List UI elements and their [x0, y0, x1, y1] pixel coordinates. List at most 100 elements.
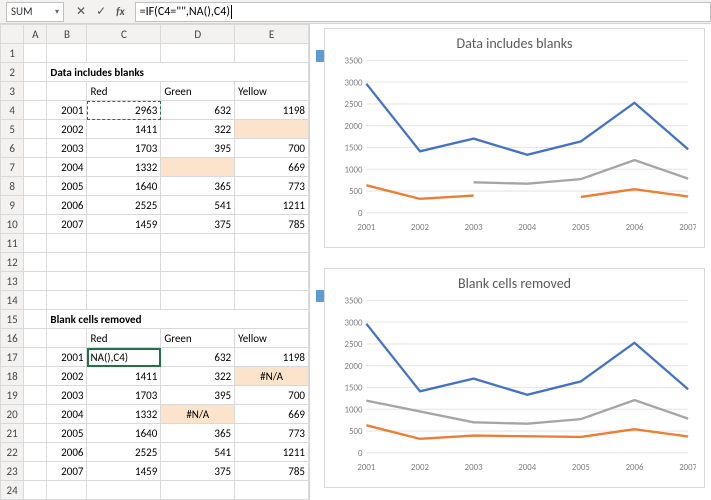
row-header[interactable]: 7 [1, 158, 24, 177]
cell[interactable]: 541 [161, 443, 235, 462]
col-header-A[interactable]: A [24, 25, 47, 44]
chart-2[interactable]: Blank cells removed 05001000150020002500… [324, 268, 705, 488]
select-all-corner[interactable] [1, 25, 24, 44]
cell[interactable]: 1198 [235, 101, 309, 120]
cell[interactable] [24, 234, 47, 253]
cell[interactable]: 2003 [47, 139, 87, 158]
cell[interactable] [24, 63, 47, 82]
cell[interactable]: 365 [161, 424, 235, 443]
cell[interactable] [24, 367, 47, 386]
cell[interactable]: 2001 [47, 348, 87, 367]
cell[interactable]: 375 [161, 215, 235, 234]
cell[interactable] [24, 310, 47, 329]
cell[interactable] [47, 481, 87, 500]
cell[interactable]: 1198 [235, 348, 309, 367]
cell[interactable] [87, 481, 161, 500]
row-header[interactable]: 16 [1, 329, 24, 348]
cell[interactable]: 322 [161, 120, 235, 139]
cell-C4[interactable]: 2963 [87, 101, 161, 120]
cell[interactable]: 2005 [47, 177, 87, 196]
cell[interactable]: 1703 [87, 386, 161, 405]
cell[interactable]: 2002 [47, 367, 87, 386]
cell[interactable] [161, 44, 235, 63]
row-header[interactable]: 10 [1, 215, 24, 234]
col-header-E[interactable]: E [235, 25, 309, 44]
cell[interactable] [235, 253, 309, 272]
cell[interactable]: 2006 [47, 443, 87, 462]
cell[interactable]: 375 [161, 462, 235, 481]
cell[interactable]: 773 [235, 424, 309, 443]
cell[interactable]: 1411 [87, 367, 161, 386]
cell[interactable]: 1640 [87, 424, 161, 443]
row-header[interactable]: 8 [1, 177, 24, 196]
cell[interactable] [24, 177, 47, 196]
table2-hdr-yellow[interactable]: Yellow [235, 329, 309, 348]
cell[interactable]: 2006 [47, 196, 87, 215]
cell[interactable] [24, 101, 47, 120]
cell[interactable]: 1640 [87, 177, 161, 196]
row-header[interactable]: 19 [1, 386, 24, 405]
cell[interactable] [24, 348, 47, 367]
name-box-dropdown-icon[interactable]: ▾ [55, 7, 59, 17]
cell[interactable] [24, 272, 47, 291]
cell[interactable]: 2002 [47, 120, 87, 139]
cell[interactable]: 395 [161, 139, 235, 158]
cell[interactable]: 669 [235, 158, 309, 177]
row-header[interactable]: 14 [1, 291, 24, 310]
row-header[interactable]: 4 [1, 101, 24, 120]
cell[interactable] [87, 291, 161, 310]
table2-hdr-green[interactable]: Green [161, 329, 235, 348]
cell[interactable] [24, 82, 47, 101]
row-header[interactable]: 12 [1, 253, 24, 272]
cell[interactable]: 2001 [47, 101, 87, 120]
cell[interactable] [161, 291, 235, 310]
cell[interactable]: 785 [235, 462, 309, 481]
cell-C17-active[interactable]: NA(),C4) [87, 348, 161, 367]
fx-icon[interactable]: fx [116, 5, 125, 18]
cell[interactable] [235, 291, 309, 310]
row-header[interactable]: 21 [1, 424, 24, 443]
cell[interactable] [24, 481, 47, 500]
confirm-icon[interactable]: ✓ [96, 4, 106, 19]
cell[interactable] [24, 44, 47, 63]
cell[interactable] [87, 253, 161, 272]
cell-na[interactable]: #N/A [161, 405, 235, 424]
cell[interactable]: 1459 [87, 215, 161, 234]
table1-hdr-yellow[interactable]: Yellow [235, 82, 309, 101]
cell[interactable] [47, 272, 87, 291]
cell[interactable] [24, 215, 47, 234]
cell[interactable]: 2525 [87, 196, 161, 215]
cell[interactable]: 395 [161, 386, 235, 405]
cell[interactable] [24, 196, 47, 215]
formula-input[interactable]: =IF(C4="",NA(),C4) [135, 2, 711, 22]
cell[interactable] [47, 253, 87, 272]
cell-blank[interactable] [161, 158, 235, 177]
cell[interactable] [24, 158, 47, 177]
cell[interactable]: 1459 [87, 462, 161, 481]
table1-hdr-red[interactable]: Red [87, 82, 161, 101]
row-header[interactable]: 23 [1, 462, 24, 481]
row-header[interactable]: 5 [1, 120, 24, 139]
row-header[interactable]: 11 [1, 234, 24, 253]
cell[interactable] [24, 424, 47, 443]
cell[interactable]: 2005 [47, 424, 87, 443]
cell[interactable] [24, 405, 47, 424]
cell[interactable]: 1703 [87, 139, 161, 158]
row-header[interactable]: 13 [1, 272, 24, 291]
cancel-icon[interactable]: ✕ [76, 4, 86, 19]
cell[interactable] [87, 44, 161, 63]
cell[interactable]: 365 [161, 177, 235, 196]
cell[interactable] [47, 291, 87, 310]
cell[interactable]: 1211 [235, 196, 309, 215]
cell[interactable] [47, 82, 87, 101]
cell[interactable]: 669 [235, 405, 309, 424]
name-box[interactable]: SUM ▾ [6, 2, 64, 22]
table2-hdr-red[interactable]: Red [87, 329, 161, 348]
cell[interactable] [47, 329, 87, 348]
cell[interactable]: 2004 [47, 405, 87, 424]
cell[interactable] [161, 234, 235, 253]
cell[interactable] [47, 44, 87, 63]
cell[interactable] [87, 234, 161, 253]
cell[interactable] [24, 386, 47, 405]
cell[interactable]: 1332 [87, 405, 161, 424]
